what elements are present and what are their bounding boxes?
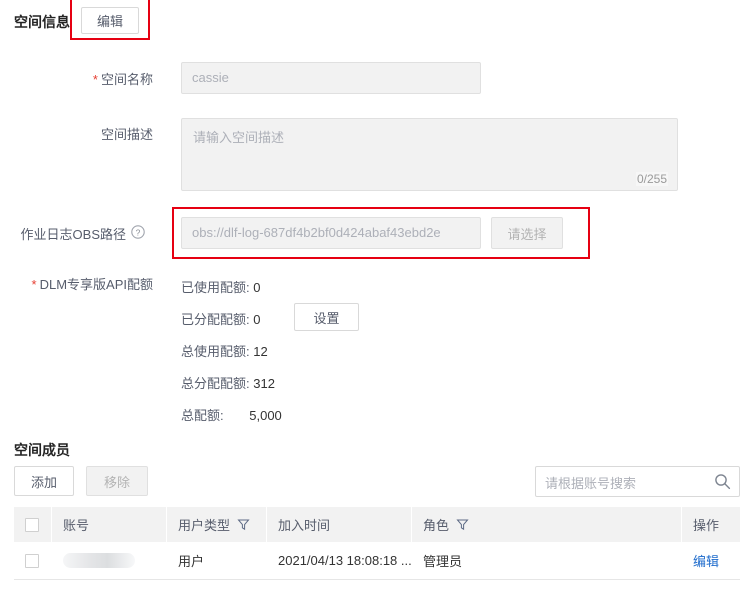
cell-operation: 编辑 <box>682 542 740 580</box>
search-icon[interactable] <box>714 473 731 490</box>
table-row[interactable]: 用户 2021/04/13 18:08:18 ... 管理员 编辑 <box>14 542 740 580</box>
quota-allocated-row: 已分配配额: 0 <box>181 309 260 328</box>
member-search-placeholder: 请根据账号搜索 <box>545 476 637 491</box>
space-description-label: 空间描述 <box>100 127 153 142</box>
quota-total-label: 总配额: <box>181 408 224 423</box>
dlm-quota-label: * DLM专享版API配额 <box>8 277 153 293</box>
column-header-role: 角色 <box>412 507 682 542</box>
column-header-account-label: 账号 <box>63 518 90 533</box>
space-info-title: 空间信息 <box>14 14 70 30</box>
quota-used-label: 已使用配额: <box>181 280 250 295</box>
quota-allocated-label: 已分配配额: <box>181 312 250 327</box>
add-member-button[interactable]: 添加 <box>14 466 74 496</box>
row-select-cell[interactable] <box>14 542 52 580</box>
column-header-operation-label: 操作 <box>693 518 720 533</box>
column-header-account: 账号 <box>52 507 167 542</box>
column-header-join-time-label: 加入时间 <box>278 518 331 533</box>
remove-member-button[interactable]: 移除 <box>86 466 148 496</box>
column-header-operation: 操作 <box>682 507 740 542</box>
table-header-row: 账号 用户类型 加入时间 角色 操作 <box>14 507 740 542</box>
select-all-checkbox[interactable] <box>25 517 39 532</box>
edit-button[interactable]: 编辑 <box>81 7 139 34</box>
column-header-join-time: 加入时间 <box>267 507 412 542</box>
quota-total-value: 5,000 <box>249 408 282 423</box>
select-all-header[interactable] <box>14 507 52 542</box>
filter-icon[interactable] <box>237 518 250 531</box>
space-description-textarea[interactable]: 请输入空间描述 0/255 <box>181 118 678 191</box>
quota-total-row: 总配额: 5,000 <box>181 405 282 424</box>
space-name-label: * 空间名称 <box>8 72 153 88</box>
quota-total-allocated-value: 312 <box>253 376 275 391</box>
cell-join-time: 2021/04/13 18:08:18 ... <box>278 553 412 568</box>
space-settings-page: 空间信息 编辑 * 空间名称 cassie 空间描述 请输入空间描述 0/255 … <box>0 0 754 597</box>
column-header-role-label: 角色 <box>423 518 450 533</box>
quota-used-row: 已使用配额: 0 <box>181 277 260 296</box>
column-header-user-type: 用户类型 <box>167 507 267 542</box>
quota-used-value: 0 <box>253 280 261 295</box>
obs-path-input[interactable]: obs://dlf-log-687df4b2bf0d424abaf43ebd2e <box>181 217 481 249</box>
required-asterisk: * <box>31 277 37 292</box>
help-circle-icon[interactable]: ? <box>131 225 145 239</box>
quota-total-used-label: 总使用配额: <box>181 344 250 359</box>
quota-total-used-row: 总使用配额: 12 <box>181 341 268 360</box>
required-asterisk: * <box>92 72 98 87</box>
row-checkbox[interactable] <box>25 553 39 568</box>
cell-user-type: 用户 <box>178 554 205 569</box>
svg-text:?: ? <box>136 227 141 237</box>
obs-path-label: 作业日志OBS路径 <box>20 227 126 242</box>
quota-total-allocated-label: 总分配配额: <box>181 376 250 391</box>
redacted-account-name <box>63 553 135 568</box>
members-table: 账号 用户类型 加入时间 角色 操作 用户 2021/04/13 18:08:1… <box>14 507 740 580</box>
quota-total-allocated-row: 总分配配额: 312 <box>181 373 275 392</box>
space-name-label-text: 空间名称 <box>100 72 153 87</box>
filter-icon[interactable] <box>456 518 469 531</box>
quota-total-used-value: 12 <box>253 344 268 359</box>
quota-allocated-value: 0 <box>253 312 261 327</box>
obs-path-select-button[interactable]: 请选择 <box>491 217 563 249</box>
cell-role: 管理员 <box>423 554 463 569</box>
member-search-box[interactable]: 请根据账号搜索 <box>535 466 740 497</box>
space-members-title: 空间成员 <box>14 442 70 458</box>
space-description-placeholder: 请输入空间描述 <box>193 130 285 145</box>
space-name-input[interactable]: cassie <box>181 62 481 94</box>
column-header-user-type-label: 用户类型 <box>178 518 231 533</box>
space-description-counter: 0/255 <box>635 172 668 186</box>
cell-account <box>52 542 167 580</box>
row-edit-link[interactable]: 编辑 <box>693 551 719 570</box>
dlm-quota-label-text: DLM专享版API配额 <box>39 277 153 292</box>
quota-set-button[interactable]: 设置 <box>294 303 359 331</box>
